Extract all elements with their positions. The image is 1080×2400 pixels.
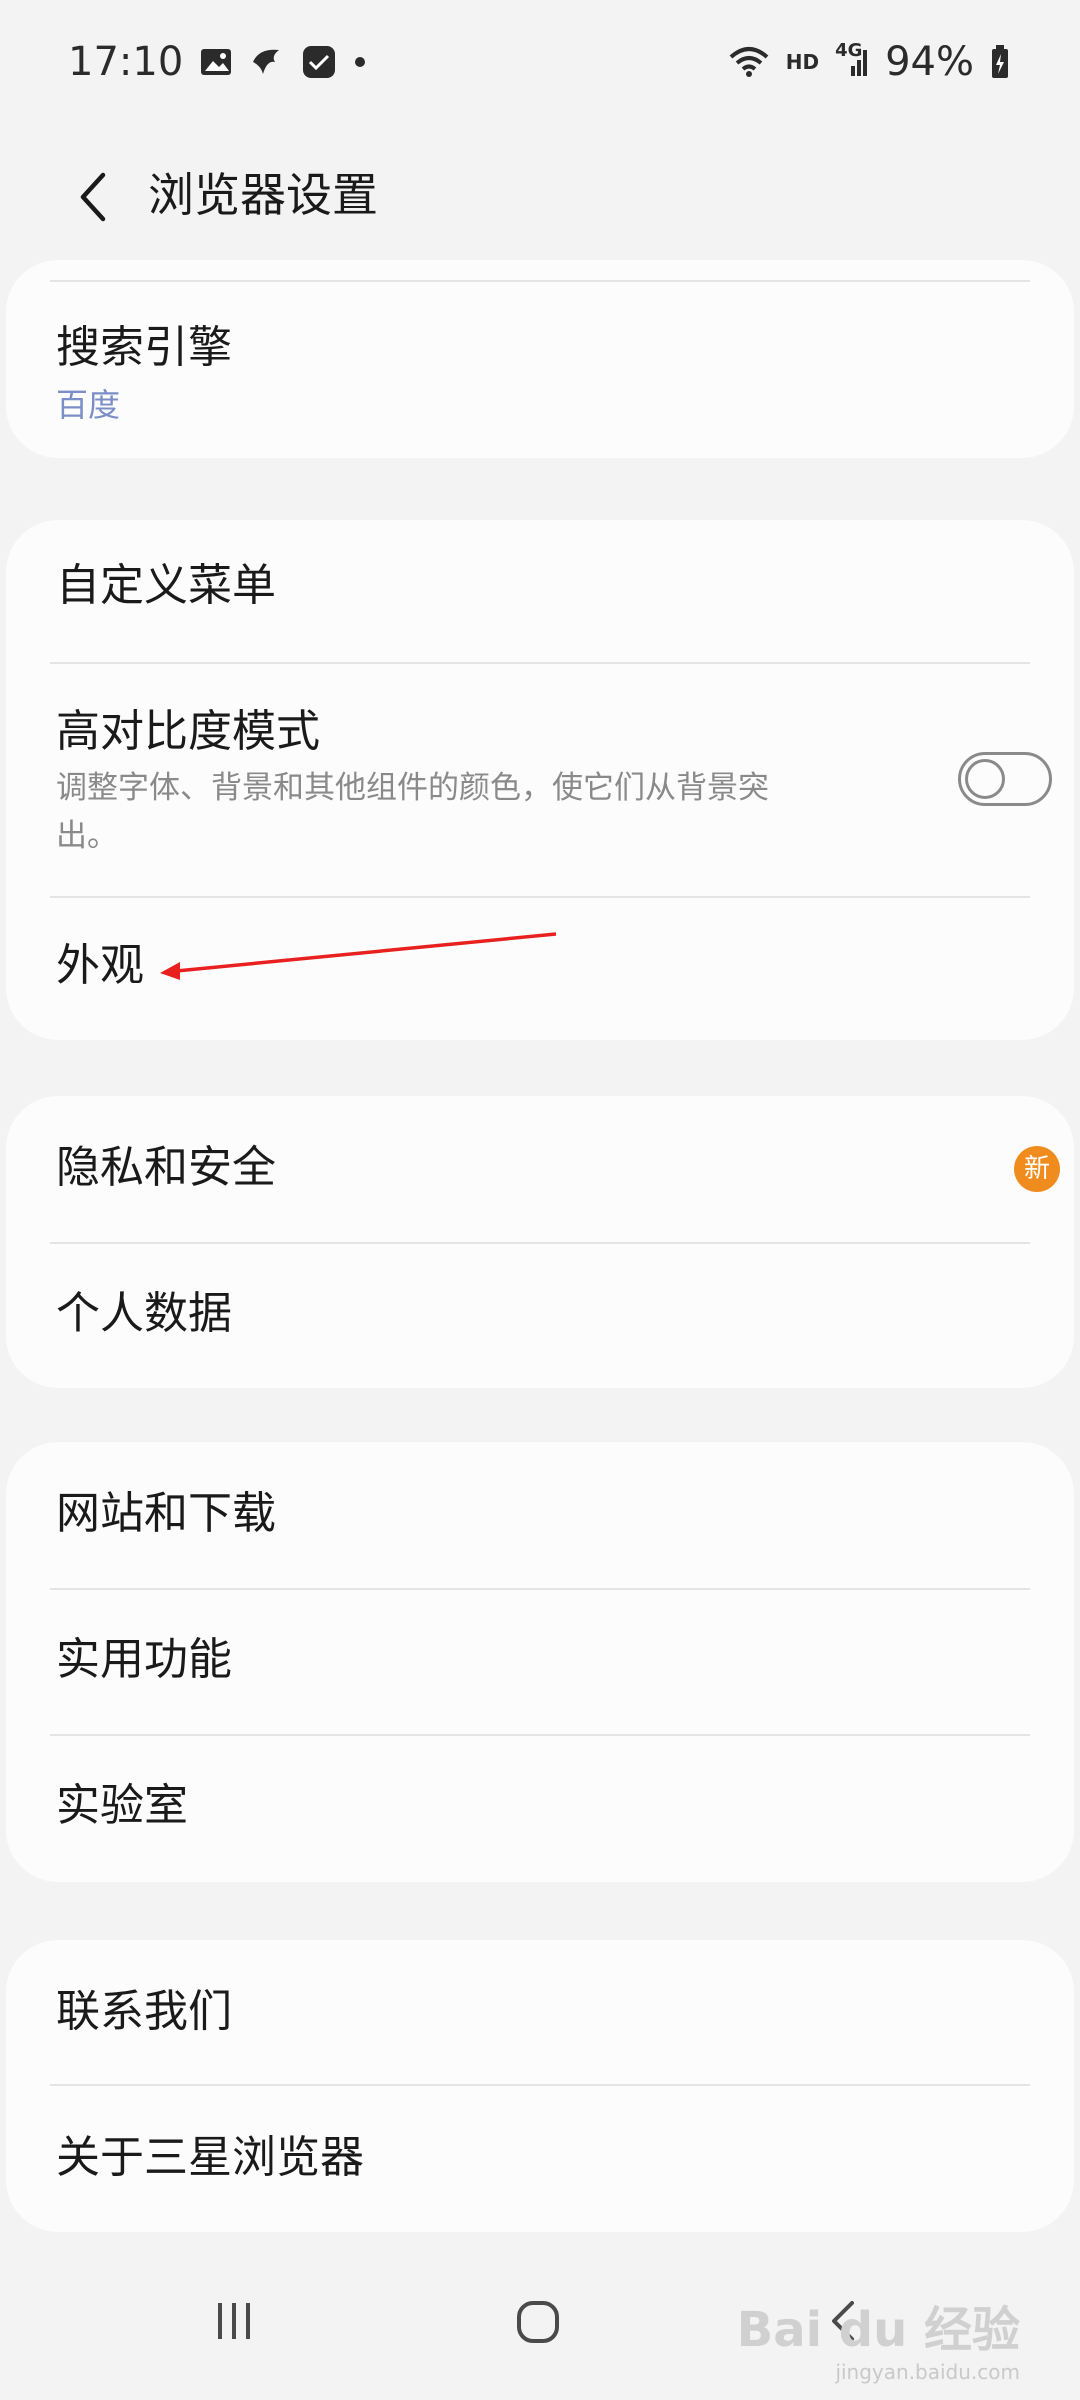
wifi-icon [728,45,770,79]
back-button[interactable] [58,162,128,232]
battery-percent: 94% [885,39,974,85]
row-description: 调整字体、背景和其他组件的颜色，使它们从背景突出。 [56,770,769,854]
row-title: 实用功能 [56,1634,232,1685]
row-privacy-security[interactable]: 隐私和安全 [56,1140,1024,1240]
annotation-arrow-icon [160,932,557,980]
row-title: 实验室 [56,1780,188,1831]
chevron-left-icon [80,172,106,222]
row-title: 个人数据 [56,1288,232,1339]
row-title: 搜索引擎 [56,322,232,373]
new-badge: 新 [1014,1146,1060,1192]
row-useful-features[interactable]: 实用功能 [56,1632,1024,1722]
hd-indicator: HD [785,50,820,74]
more-notifications-dot-icon [353,55,367,69]
status-bar: 17:10 HD 4G 94% [0,0,1080,124]
signal-icon: 4G [835,40,869,78]
status-time: 17:10 [68,39,184,85]
settings-group-search: 搜索引擎 百度 [6,260,1074,458]
row-labs[interactable]: 实验室 [56,1778,1024,1868]
row-title: 联系我们 [56,1986,232,2037]
row-subtitle: 百度 [56,386,121,424]
gallery-icon [199,47,233,77]
row-contact-us[interactable]: 联系我们 [56,1984,1024,2074]
task-check-icon [301,44,337,80]
settings-group-privacy: 隐私和安全 新 个人数据 [6,1096,1074,1388]
divider [50,1734,1030,1736]
divider [50,2084,1030,2086]
divider [50,896,1030,898]
divider [50,662,1030,664]
divider [50,280,1030,282]
row-sites-downloads[interactable]: 网站和下载 [56,1486,1024,1576]
row-personal-data[interactable]: 个人数据 [56,1286,1024,1376]
baidu-jingyan-watermark: Bai du 经验 jingyan.baidu.com [737,2290,1020,2384]
battery-charging-icon [990,44,1010,80]
settings-group-display: 自定义菜单 高对比度模式 调整字体、背景和其他组件的颜色，使它们从背景突出。 外… [6,520,1074,1040]
settings-group-tools: 网站和下载 实用功能 实验室 [6,1442,1074,1882]
high-contrast-toggle[interactable] [958,752,1052,806]
row-title: 隐私和安全 [56,1142,276,1193]
divider [50,1588,1030,1590]
watermark-brand: Bai du 经验 [736,2302,1020,2358]
home-icon [517,2301,559,2343]
row-title: 高对比度模式 [56,706,320,757]
row-title: 关于三星浏览器 [56,2132,364,2183]
app-header: 浏览器设置 [0,124,1080,274]
row-title: 网站和下载 [56,1488,276,1539]
app-notification-icon [249,44,285,80]
recent-apps-button[interactable] [196,2286,272,2356]
recent-apps-icon [218,2303,250,2339]
home-button[interactable] [500,2284,576,2360]
row-about-browser[interactable]: 关于三星浏览器 [56,2130,1024,2220]
network-type-label: 4G [835,40,863,61]
divider [50,1242,1030,1244]
row-search-engine[interactable]: 搜索引擎 百度 [56,320,1024,424]
toggle-knob [965,759,1005,799]
page-title: 浏览器设置 [148,168,378,222]
row-high-contrast[interactable]: 高对比度模式 调整字体、背景和其他组件的颜色，使它们从背景突出。 [56,704,1024,884]
watermark-url: jingyan.baidu.com [835,2360,1020,2384]
settings-group-about: 联系我们 关于三星浏览器 [6,1940,1074,2232]
row-custom-menu[interactable]: 自定义菜单 [56,558,1024,658]
row-title: 自定义菜单 [56,560,276,611]
